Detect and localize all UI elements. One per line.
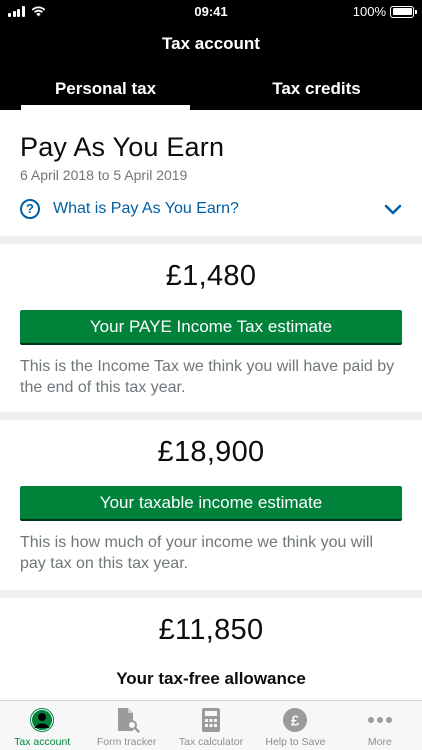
page-title: Tax account [162,34,260,53]
tax-free-allowance-label: Your tax-free allowance [116,669,306,688]
nav-header: Tax account Personal tax Tax credits [0,22,422,110]
chevron-down-icon[interactable] [384,200,402,218]
tab-bar-label: Form tracker [96,736,157,748]
battery-percent: 100% [352,4,386,19]
question-mark-icon: ? [20,199,40,219]
tax-free-allowance-card: £11,850 Your tax-free allowance [0,598,422,700]
income-tax-description: This is the Income Tax we think you will… [20,358,395,396]
tab-bar-more[interactable]: More [338,701,422,750]
paye-intro: Pay As You Earn 6 April 2018 to 5 April … [0,110,422,236]
segmented-tabs: Personal tax Tax credits [0,70,422,110]
taxable-income-card: £18,900 Your taxable income estimate Thi… [0,420,422,590]
taxable-income-amount: £18,900 [157,436,265,468]
taxable-income-estimate-button[interactable]: Your taxable income estimate [20,486,402,519]
what-is-paye-link[interactable]: What is Pay As You Earn? [53,200,384,218]
paye-income-tax-estimate-button[interactable]: Your PAYE Income Tax estimate [20,310,402,343]
tax-free-allowance-amount: £11,850 [158,614,264,646]
content-scroll[interactable]: Pay As You Earn 6 April 2018 to 5 April … [0,110,422,700]
status-bar: 09:41 100% [0,0,422,22]
section-title: Pay As You Earn [20,132,225,162]
more-dots-icon [367,707,393,733]
tab-bar-tax-calculator[interactable]: Tax calculator [169,701,253,750]
calculator-icon [198,707,224,733]
tax-year-dates: 6 April 2018 to 5 April 2019 [20,167,188,183]
tab-bar-label: Help to Save [265,736,326,748]
status-right: 100% [352,4,417,19]
tab-bar-form-tracker[interactable]: Form tracker [84,701,168,750]
person-icon [29,707,55,733]
tab-tax-credits[interactable]: Tax credits [211,70,422,110]
battery-icon [390,5,417,18]
income-tax-amount: £1,480 [165,260,257,292]
bottom-tab-bar: Tax account Form tracker Tax calculator … [0,700,422,750]
tab-bar-tax-account[interactable]: Tax account [0,701,84,750]
taxable-income-description: This is how much of your income we think… [20,534,374,572]
form-search-icon [114,707,140,733]
tab-bar-help-to-save[interactable]: £ Help to Save [253,701,337,750]
what-is-paye-disclosure[interactable]: ? What is Pay As You Earn? [20,196,402,222]
tab-bar-label: More [367,736,392,748]
tab-personal-tax[interactable]: Personal tax [0,70,211,110]
income-tax-card: £1,480 Your PAYE Income Tax estimate Thi… [0,244,422,412]
pound-coin-icon: £ [282,707,308,733]
svg-text:£: £ [291,713,300,730]
tab-bar-label: Tax account [14,736,71,748]
tab-bar-label: Tax calculator [178,736,244,748]
